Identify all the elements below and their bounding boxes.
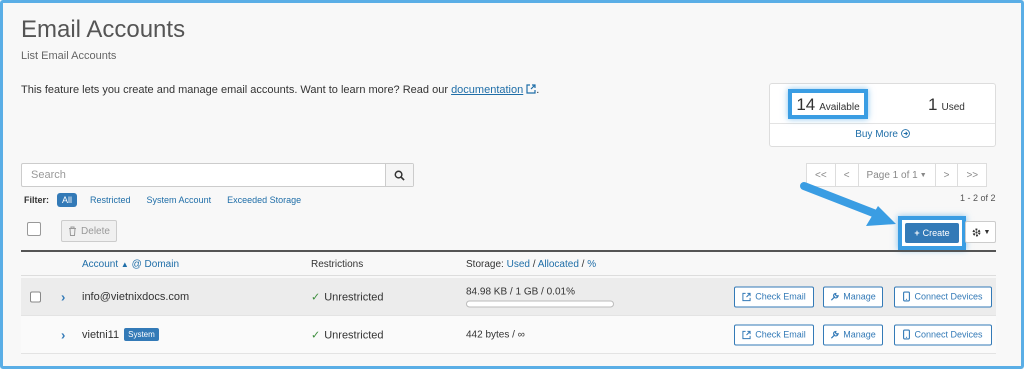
intro-end: .	[536, 84, 540, 96]
restrictions-column-header[interactable]: Restrictions	[311, 259, 363, 270]
check-email-label: Check Email	[755, 291, 806, 302]
documentation-link[interactable]: documentation	[451, 84, 523, 96]
check-email-button[interactable]: Check Email	[734, 286, 814, 307]
storage-usage: 84.98 KB / 1 GB / 0.01%	[466, 286, 614, 307]
connect-devices-button[interactable]: Connect Devices	[894, 286, 992, 307]
storage-column-header: Storage: Used / Allocated / %	[466, 259, 596, 270]
restriction-label: Unrestricted	[324, 329, 384, 341]
stats-row: 14 Available 1 Used	[770, 84, 995, 124]
manage-label: Manage	[843, 291, 876, 302]
select-all-checkbox[interactable]	[27, 222, 41, 236]
storage-allocated-link[interactable]: Allocated	[538, 259, 579, 270]
used-label: Used	[941, 102, 965, 113]
buy-more-link[interactable]: Buy More	[770, 129, 995, 140]
filter-restricted[interactable]: Restricted	[90, 195, 131, 205]
used-stat: 1 Used	[928, 95, 965, 115]
check-email-label: Check Email	[755, 329, 806, 340]
storage-text: 442 bytes / ∞	[466, 329, 525, 340]
account-name-cell: vietni11 System	[82, 327, 159, 341]
storage-progress-bar	[466, 300, 614, 307]
filter-label: Filter:	[24, 195, 50, 205]
search-icon	[394, 170, 405, 181]
mobile-icon	[903, 329, 911, 340]
storage-sep: /	[581, 259, 585, 270]
manage-button[interactable]: Manage	[823, 286, 883, 307]
external-link-icon[interactable]	[526, 84, 536, 94]
account-name: info@vietnixdocs.com	[82, 290, 190, 303]
delete-label: Delete	[81, 225, 110, 237]
sort-up-icon: ▲	[120, 260, 129, 269]
connect-devices-button[interactable]: Connect Devices	[894, 324, 992, 345]
account-stats-panel: 14 Available 1 Used Buy More	[769, 83, 996, 147]
check-icon: ✓	[311, 329, 321, 341]
create-label: Create	[922, 228, 950, 238]
intro-text: This feature lets you create and manage …	[21, 84, 539, 96]
create-button[interactable]: + Create	[905, 223, 959, 243]
account-column-header[interactable]: Account ▲ @ Domain	[82, 259, 179, 270]
manage-label: Manage	[843, 329, 876, 340]
storage-used-link[interactable]: Used	[507, 259, 530, 270]
gear-icon	[972, 228, 980, 236]
filter-system-account[interactable]: System Account	[147, 195, 212, 205]
restriction-status: ✓ Unrestricted	[311, 328, 384, 341]
storage-percent-link[interactable]: %	[587, 259, 596, 270]
last-page-button[interactable]: >>	[957, 163, 988, 187]
connect-devices-label: Connect Devices	[914, 291, 983, 302]
check-icon: ✓	[311, 291, 321, 303]
system-badge: System	[124, 327, 159, 341]
buy-more-label: Buy More	[855, 129, 898, 140]
chevron-right-icon[interactable]: ›	[61, 289, 65, 304]
wrench-icon	[831, 292, 839, 301]
results-count: 1 - 2 of 2	[960, 193, 996, 203]
restriction-status: ✓ Unrestricted	[311, 290, 384, 303]
next-page-button[interactable]: >	[934, 163, 959, 187]
check-email-button[interactable]: Check Email	[734, 324, 814, 345]
account-name: vietni11	[82, 328, 120, 341]
row-checkbox[interactable]	[30, 291, 41, 302]
filter-all[interactable]: All	[57, 193, 78, 207]
available-label: Available	[819, 102, 860, 113]
manage-button[interactable]: Manage	[823, 324, 883, 345]
delete-button[interactable]: Delete	[61, 220, 117, 242]
filter-exceeded-storage[interactable]: Exceeded Storage	[227, 195, 301, 205]
table-row[interactable]: › info@vietnixdocs.com ✓ Unrestricted 84.…	[21, 278, 996, 316]
search-button[interactable]	[385, 164, 413, 186]
wrench-icon	[831, 330, 839, 339]
storage-sep: /	[532, 259, 536, 270]
intro-sentence: This feature lets you create and manage …	[21, 84, 448, 96]
filter-bar: Filter: All Restricted System Account Ex…	[24, 193, 317, 207]
mobile-icon	[903, 291, 911, 302]
available-stat: 14 Available	[788, 89, 868, 119]
arrow-circle-right-icon	[900, 129, 910, 138]
restriction-label: Unrestricted	[324, 291, 384, 303]
external-link-icon	[742, 330, 751, 339]
used-count: 1	[928, 95, 938, 114]
search-box	[21, 163, 414, 187]
account-sort-link[interactable]: Account	[82, 259, 118, 270]
storage-label: Storage:	[466, 259, 504, 270]
available-count: 14	[796, 95, 816, 114]
storage-text: 84.98 KB / 1 GB / 0.01%	[466, 286, 575, 297]
plus-icon: +	[914, 228, 920, 238]
external-link-icon	[742, 292, 751, 301]
create-highlight: + Create	[898, 216, 966, 250]
chevron-right-icon[interactable]: ›	[61, 327, 65, 342]
table-row[interactable]: › vietni11 System ✓ Unrestricted 442 bytes…	[21, 316, 996, 354]
caret-down-icon: ▼	[919, 171, 927, 179]
page-title: Email Accounts	[21, 16, 186, 43]
page-subtitle: List Email Accounts	[21, 50, 117, 62]
connect-devices-label: Connect Devices	[914, 329, 983, 340]
domain-sort-link[interactable]: @ Domain	[132, 259, 179, 270]
settings-dropdown-button[interactable]: ▼	[965, 221, 996, 243]
annotation-arrow	[800, 182, 896, 226]
search-input[interactable]	[22, 164, 387, 186]
caret-down-icon: ▼	[983, 228, 991, 236]
table-header: Account ▲ @ Domain Restrictions Storage:…	[21, 250, 996, 276]
trash-icon	[69, 226, 77, 236]
